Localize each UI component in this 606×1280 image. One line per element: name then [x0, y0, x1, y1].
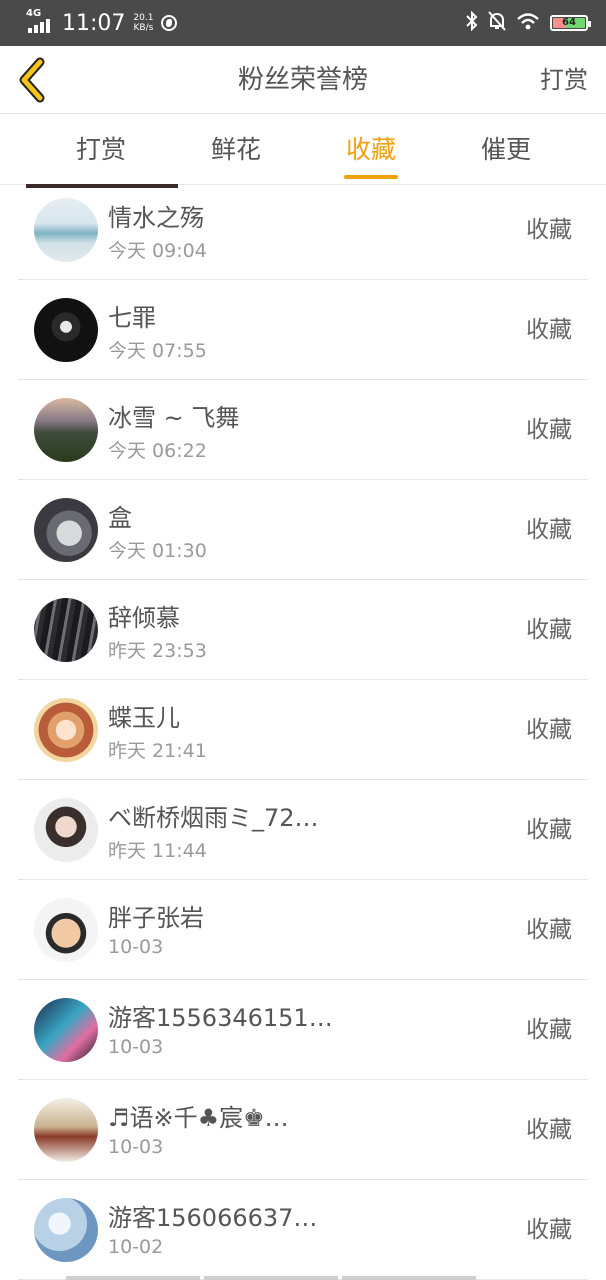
list-item[interactable]: 游客156066637… 10-02 收藏 — [0, 1180, 606, 1280]
user-name: ♬语※千♣宸♚… — [108, 1104, 289, 1132]
user-name: 盒 — [108, 504, 132, 532]
timestamp: 10-03 — [108, 1036, 164, 1058]
wifi-icon — [516, 12, 540, 35]
avatar — [34, 498, 98, 562]
tab-label: 收藏 — [345, 135, 396, 164]
list-item[interactable]: ♬语※千♣宸♚… 10-03 收藏 — [0, 1080, 606, 1180]
avatar — [34, 798, 98, 862]
avatar — [34, 298, 98, 362]
list-item[interactable]: ベ断桥烟雨ミ_72… 昨天 11:44 收藏 — [0, 780, 606, 880]
mute-bell-icon — [488, 10, 506, 36]
timestamp: 10-03 — [108, 1136, 164, 1158]
tab-urge[interactable]: 催更 — [446, 115, 566, 185]
header: 粉丝荣誉榜 打赏 — [0, 46, 606, 114]
action-label: 收藏 — [526, 317, 572, 343]
user-name: ベ断桥烟雨ミ_72… — [108, 804, 319, 832]
status-bar: 4G 11:07 20.1 KB/s 64 — [0, 0, 606, 46]
list-item[interactable]: 盒 今天 01:30 收藏 — [0, 480, 606, 580]
user-name: 游客156066637… — [108, 1204, 318, 1232]
fan-list: 情水之殇 今天 09:04 收藏 七罪 今天 07:55 收藏 冰雪 ~ 飞舞 … — [0, 180, 606, 1280]
tab-label: 催更 — [480, 135, 531, 164]
user-name: 胖子张岩 — [108, 904, 204, 932]
avatar — [34, 1198, 98, 1262]
status-time: 11:07 — [62, 10, 126, 36]
timestamp: 10-03 — [108, 936, 164, 958]
globe-icon — [161, 15, 178, 31]
user-name: 蝶玉儿 — [108, 704, 180, 732]
active-tab-indicator — [344, 175, 398, 179]
speed-unit: KB/s — [133, 23, 154, 33]
avatar — [34, 898, 98, 962]
action-label: 收藏 — [526, 617, 572, 643]
timestamp: 昨天 23:53 — [108, 640, 207, 662]
action-label: 收藏 — [526, 217, 572, 243]
list-item[interactable]: 辞倾慕 昨天 23:53 收藏 — [0, 580, 606, 680]
action-label: 收藏 — [526, 1217, 572, 1243]
avatar — [34, 698, 98, 762]
scroll-edge-indicator — [66, 1276, 476, 1280]
action-label: 收藏 — [526, 917, 572, 943]
action-label: 收藏 — [526, 1017, 572, 1043]
list-item[interactable]: 胖子张岩 10-03 收藏 — [0, 880, 606, 980]
tab-flowers[interactable]: 鲜花 — [176, 115, 296, 185]
signal-icon: 4G — [26, 8, 56, 35]
list-item[interactable]: 蝶玉儿 昨天 21:41 收藏 — [0, 680, 606, 780]
user-name: 情水之殇 — [108, 204, 204, 232]
list-item[interactable]: 游客1556346151… 10-03 收藏 — [0, 980, 606, 1080]
network-speed: 20.1 KB/s — [133, 13, 153, 33]
action-label: 收藏 — [526, 517, 572, 543]
reward-button[interactable]: 打赏 — [540, 46, 588, 114]
timestamp: 今天 06:22 — [108, 440, 207, 462]
network-type: 4G — [26, 8, 42, 19]
speed-value: 20.1 — [133, 13, 154, 23]
list-item[interactable]: 七罪 今天 07:55 收藏 — [0, 280, 606, 380]
user-name: 冰雪 ~ 飞舞 — [108, 404, 240, 432]
battery-level: 64 — [562, 17, 576, 28]
timestamp: 今天 01:30 — [108, 540, 207, 562]
action-label: 收藏 — [526, 717, 572, 743]
list-item[interactable]: 情水之殇 今天 09:04 收藏 — [0, 180, 606, 280]
timestamp: 10-02 — [108, 1236, 164, 1258]
tab-favorites[interactable]: 收藏 — [311, 115, 431, 185]
action-label: 收藏 — [526, 1117, 572, 1143]
tab-reward[interactable]: 打赏 — [41, 115, 161, 185]
timestamp: 今天 07:55 — [108, 340, 207, 362]
action-label: 收藏 — [526, 817, 572, 843]
tab-label: 鲜花 — [210, 135, 261, 164]
list-item[interactable]: 冰雪 ~ 飞舞 今天 06:22 收藏 — [0, 380, 606, 480]
tab-label: 打赏 — [75, 135, 126, 164]
action-label: 收藏 — [526, 417, 572, 443]
avatar — [34, 998, 98, 1062]
battery-icon: 64 — [550, 15, 591, 31]
avatar — [34, 398, 98, 462]
bluetooth-icon — [466, 10, 478, 36]
user-name: 辞倾慕 — [108, 604, 180, 632]
tab-bar: 打赏 鲜花 收藏 催更 — [0, 115, 606, 185]
avatar — [34, 1098, 98, 1162]
avatar — [34, 598, 98, 662]
page-title: 粉丝荣誉榜 — [237, 65, 368, 95]
timestamp: 今天 09:04 — [108, 240, 207, 262]
timestamp: 昨天 11:44 — [108, 840, 207, 862]
user-name: 游客1556346151… — [108, 1004, 333, 1032]
avatar — [34, 198, 98, 262]
timestamp: 昨天 21:41 — [108, 740, 207, 762]
user-name: 七罪 — [108, 304, 156, 332]
